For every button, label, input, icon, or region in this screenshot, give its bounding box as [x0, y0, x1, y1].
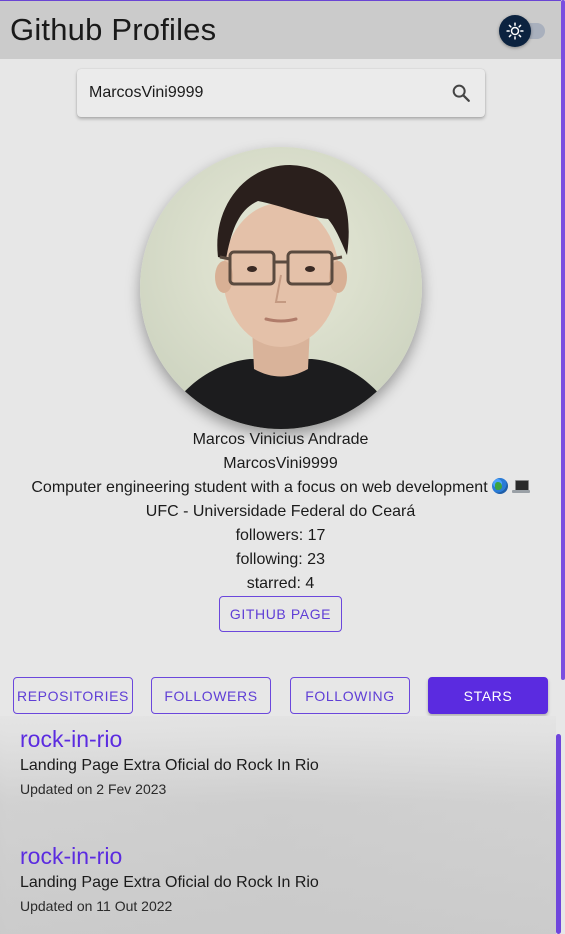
page-scrollbar[interactable]: [561, 0, 565, 680]
profile-info: Marcos Vinicius Andrade MarcosVini9999 C…: [0, 428, 561, 596]
theme-toggle[interactable]: [499, 14, 547, 47]
profile-login: MarcosVini9999: [223, 455, 338, 472]
tab-followers[interactable]: FOLLOWERS: [151, 677, 271, 714]
tab-following[interactable]: FOLLOWING: [290, 677, 410, 714]
app-title: Github Profiles: [10, 12, 217, 47]
profile-bio-text: Computer engineering student with a focu…: [31, 479, 488, 496]
profile-following: following: 23: [236, 551, 325, 568]
repo-updated: Updated on 11 Out 2022: [20, 898, 173, 914]
repo-description: Landing Page Extra Oficial do Rock In Ri…: [20, 874, 319, 891]
avatar: [140, 147, 422, 429]
avatar-photo: [140, 147, 422, 429]
search-icon[interactable]: [449, 81, 473, 105]
tab-stars[interactable]: STARS: [428, 677, 548, 714]
toggle-thumb[interactable]: [499, 15, 531, 47]
profile-followers: followers: 17: [235, 527, 326, 544]
sun-icon: [506, 22, 524, 40]
laptop-emoji: [511, 480, 530, 493]
search-input[interactable]: [89, 84, 449, 102]
repo-list-scrollbar[interactable]: [556, 734, 561, 934]
repo-name-link[interactable]: rock-in-rio: [20, 842, 540, 870]
list-item: rock-in-rio Landing Page Extra Oficial d…: [20, 842, 540, 916]
list-item: rock-in-rio Landing Page Extra Oficial d…: [20, 725, 540, 799]
profile-starred: starred: 4: [246, 575, 315, 592]
profile-name: Marcos Vinicius Andrade: [192, 431, 369, 448]
profile-bio: Computer engineering student with a focu…: [0, 476, 561, 500]
app-bar: Github Profiles: [0, 0, 561, 59]
globe-emoji: [491, 478, 508, 494]
tab-repositories[interactable]: REPOSITORIES: [13, 677, 133, 714]
profile-company: UFC - Universidade Federal do Ceará: [145, 503, 416, 520]
repo-updated: Updated on 2 Fev 2023: [20, 781, 167, 797]
search-box[interactable]: [77, 69, 485, 117]
repo-description: Landing Page Extra Oficial do Rock In Ri…: [20, 757, 319, 774]
github-page-button[interactable]: GITHUB PAGE: [219, 596, 342, 632]
github-profiles-app: Github Profiles MarcosVini9999 Marcos Vi…: [0, 0, 565, 934]
repo-name-link[interactable]: rock-in-rio: [20, 725, 540, 753]
